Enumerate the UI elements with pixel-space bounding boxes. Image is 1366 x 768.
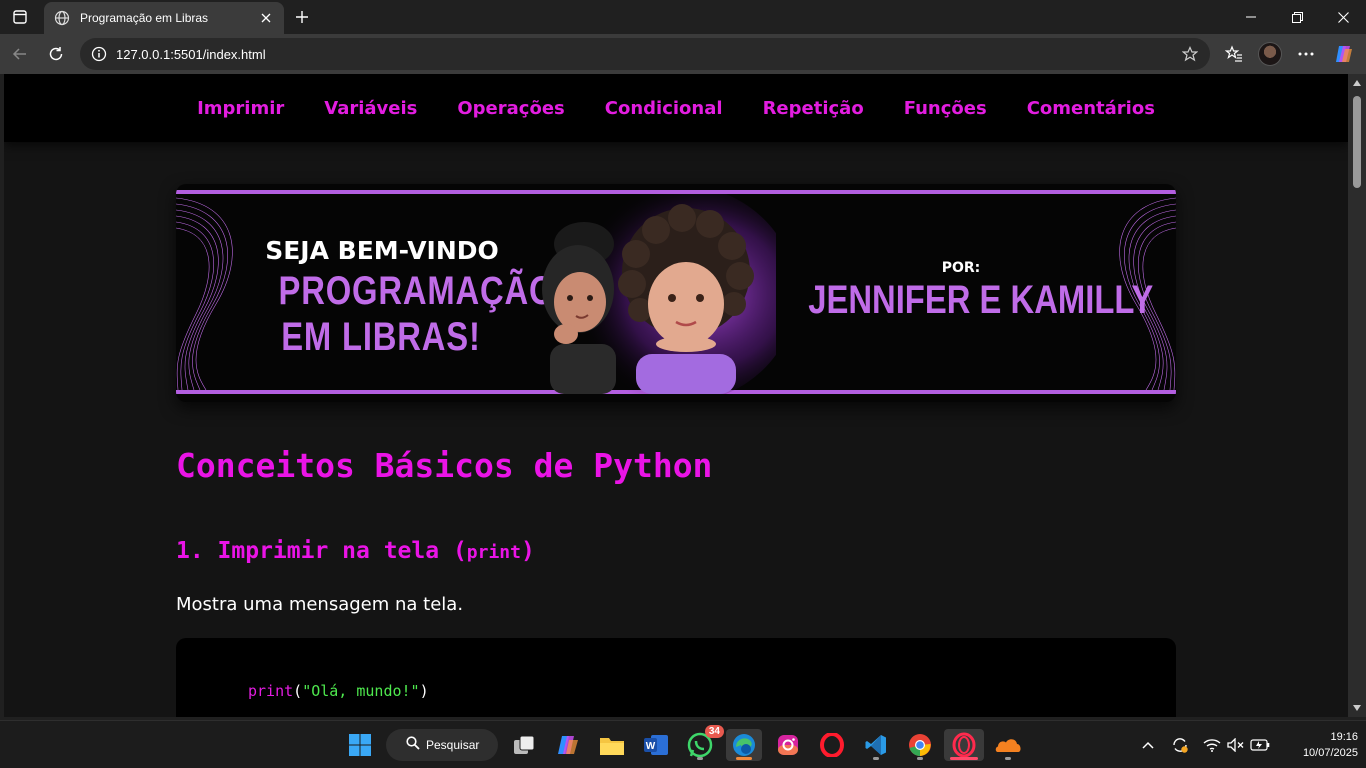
running-indicator [917,757,923,760]
section-heading-print: 1. Imprimir na tela (print) [176,538,535,564]
banner-authors: JENNIFER E KAMILLY [808,278,1154,322]
section-description: Mostra uma mensagem na tela. [176,594,464,615]
chrome-icon[interactable] [904,729,936,761]
code-string: "Olá, mundo!" [302,682,420,700]
instagram-icon[interactable] [772,729,804,761]
minimize-icon[interactable] [1228,0,1274,34]
browser-tab-active[interactable]: Programação em Libras [44,2,284,34]
nav-comentarios[interactable]: Comentários [1027,98,1155,119]
close-tab-icon[interactable] [258,10,274,26]
copilot-icon[interactable] [1330,40,1358,68]
code-paren-close: ) [419,682,429,700]
copilot-app-icon[interactable] [552,729,584,761]
tab-title: Programação em Libras [80,11,209,25]
edge-browser-icon[interactable] [726,729,762,761]
wifi-icon[interactable] [1202,735,1222,755]
new-tab-icon[interactable] [290,5,314,29]
scroll-up-icon[interactable] [1348,76,1366,90]
cloudflare-icon[interactable] [992,729,1024,761]
battery-icon[interactable] [1250,735,1270,755]
show-hidden-icons-chevron-icon[interactable] [1138,735,1158,755]
search-label: Pesquisar [426,738,480,752]
code-block: print("Olá, mundo!") [176,638,1176,717]
scroll-down-icon[interactable] [1348,701,1366,715]
running-indicator [697,757,703,760]
favorites-icon[interactable] [1220,40,1248,68]
taskbar-search[interactable]: Pesquisar [386,729,498,761]
banner-avatars-illustration [542,194,776,394]
word-icon[interactable]: W [640,729,672,761]
more-options-icon[interactable] [1292,40,1320,68]
search-icon [406,735,420,755]
vscode-icon[interactable] [860,729,892,761]
opera-gx-icon[interactable] [944,729,984,761]
favorite-star-icon[interactable] [1180,44,1200,64]
whatsapp-unread-badge: 34 [704,725,724,738]
browser-titlebar: Programação em Libras [0,0,1366,34]
site-info-icon[interactable] [90,45,108,63]
file-explorer-icon[interactable] [596,729,628,761]
section-heading-suffix: ) [520,538,535,564]
active-indicator [736,757,752,760]
sync-update-icon[interactable] [1170,735,1190,755]
code-function: print [248,682,294,700]
scroll-thumb[interactable] [1353,96,1361,188]
svg-text:W: W [646,741,656,752]
decorative-waves-left [176,197,233,390]
nav-funcoes[interactable]: Funções [904,98,987,119]
nav-operacoes[interactable]: Operações [457,98,564,119]
browser-toolbar: 127.0.0.1:5501/index.html [0,34,1366,74]
welcome-banner: SEJA BEM-VINDO PROGRAMAÇÃO EM LIBRAS! PO… [176,184,1176,402]
clock-time: 19:16 [1330,731,1358,743]
running-indicator [873,757,879,760]
close-window-icon[interactable] [1320,0,1366,34]
nav-variaveis[interactable]: Variáveis [324,98,417,119]
nav-condicional[interactable]: Condicional [605,98,723,119]
code-paren-open: ( [293,682,303,700]
nav-imprimir[interactable]: Imprimir [197,98,284,119]
banner-title-line2: EM LIBRAS! [281,315,481,359]
volume-muted-icon[interactable] [1226,735,1246,755]
nav-repeticao[interactable]: Repetição [763,98,864,119]
windows-start-icon[interactable] [344,729,376,761]
section-heading-code: print [466,542,521,563]
page-title: Conceitos Básicos de Python [176,446,713,485]
url-text[interactable]: 127.0.0.1:5501/index.html [116,47,1180,62]
tab-actions-icon[interactable] [8,5,32,29]
restore-icon[interactable] [1274,0,1320,34]
system-clock[interactable]: 19:16 10/07/2025 [1278,729,1358,761]
banner-welcome-text: SEJA BEM-VINDO [265,236,499,265]
globe-icon [54,10,70,26]
section-heading-prefix: 1. Imprimir na tela ( [176,538,467,564]
running-indicator [1005,757,1011,760]
windows-taskbar: Pesquisar W 34 19:16 10/07/2025 [0,720,1366,768]
profile-avatar[interactable] [1256,40,1284,68]
active-indicator [950,757,978,760]
whatsapp-icon[interactable]: 34 [684,725,724,761]
reload-icon[interactable] [42,40,70,68]
code-line: print("Olá, mundo!") [248,682,429,700]
opera-icon[interactable] [816,729,848,761]
address-bar[interactable]: 127.0.0.1:5501/index.html [80,38,1210,70]
page-viewport: Imprimir Variáveis Operações Condicional… [4,74,1348,717]
banner-by-label: POR: [941,260,981,276]
task-view-icon[interactable] [508,729,540,761]
back-arrow-icon[interactable] [6,40,34,68]
site-navigation: Imprimir Variáveis Operações Condicional… [4,74,1348,142]
banner-title-line1: PROGRAMAÇÃO [278,269,556,313]
banner-title: PROGRAMAÇÃO EM LIBRAS! [278,268,556,360]
page-scrollbar[interactable] [1348,74,1366,717]
clock-date: 10/07/2025 [1302,747,1358,759]
